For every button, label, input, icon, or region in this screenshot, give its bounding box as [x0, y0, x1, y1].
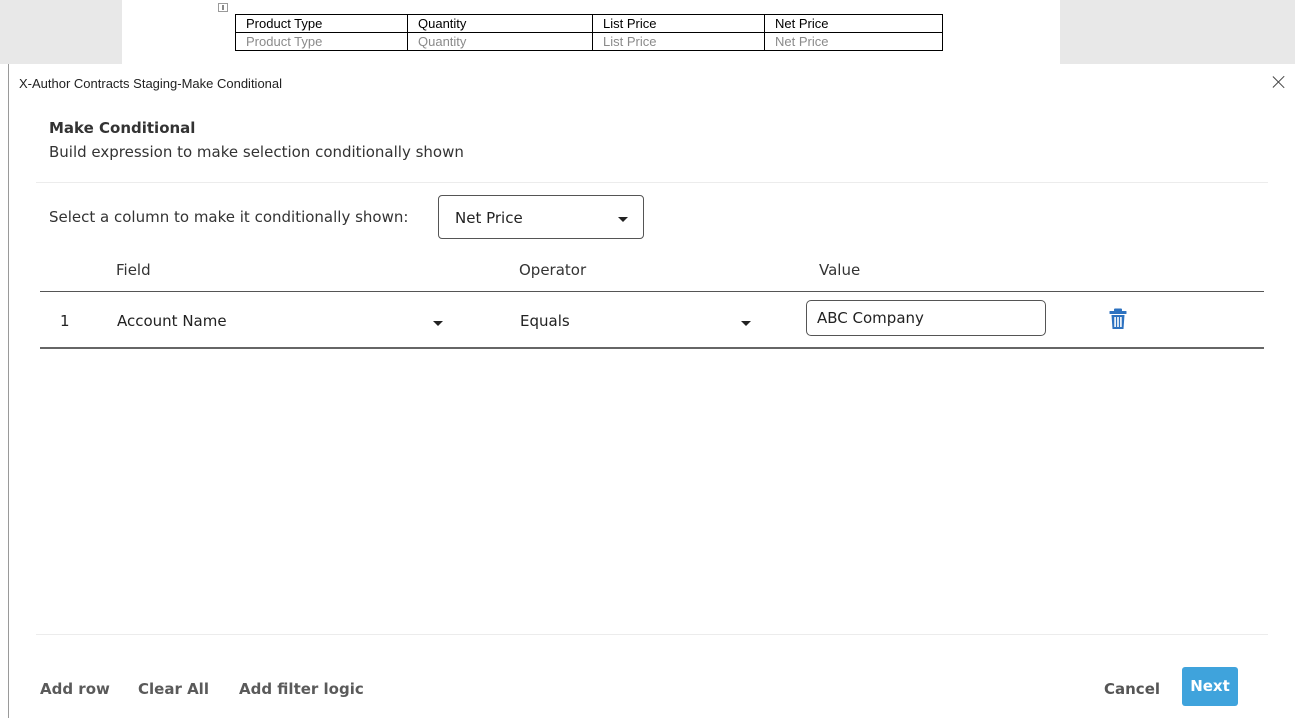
table-cell: Net Price: [764, 32, 943, 51]
window-edge: [0, 64, 8, 718]
table-cell: Product Type: [235, 32, 408, 51]
document-table: Product Type Quantity List Price Net Pri…: [235, 14, 943, 51]
add-row-button[interactable]: Add row: [40, 680, 110, 698]
column-select-label: Select a column to make it conditionally…: [49, 208, 409, 226]
caret-down-icon: [618, 217, 628, 222]
caret-down-icon: [741, 321, 751, 326]
column-select[interactable]: Net Price: [438, 195, 644, 239]
table-cell: List Price: [592, 32, 765, 51]
table-cell: List Price: [592, 14, 765, 33]
page-subtitle: Build expression to make selection condi…: [49, 143, 464, 161]
value-column-header: Value: [819, 261, 861, 279]
make-conditional-dialog: X-Author Contracts Staging-Make Conditio…: [8, 64, 1295, 718]
divider: [36, 182, 1268, 183]
table-anchor-icon[interactable]: [218, 3, 228, 12]
table-cell: Net Price: [764, 14, 943, 33]
field-column-header: Field: [116, 261, 151, 279]
page-title: Make Conditional: [49, 119, 196, 137]
caret-down-icon: [433, 321, 443, 326]
value-input[interactable]: [806, 300, 1046, 336]
next-button[interactable]: Next: [1182, 667, 1238, 706]
divider: [36, 634, 1268, 635]
cancel-button[interactable]: Cancel: [1104, 680, 1160, 698]
column-select-value: Net Price: [455, 209, 523, 227]
operator-select-value: Equals: [520, 312, 570, 330]
table-header-rule: [40, 291, 1264, 292]
table-cell: Product Type: [235, 14, 408, 33]
table-row-rule: [40, 347, 1264, 349]
field-select[interactable]: Account Name: [107, 302, 451, 342]
operator-column-header: Operator: [519, 261, 587, 279]
table-cell: Quantity: [407, 14, 593, 33]
add-filter-logic-button[interactable]: Add filter logic: [239, 680, 364, 698]
table-row: Product Type Quantity List Price Net Pri…: [235, 32, 943, 51]
clear-all-button[interactable]: Clear All: [138, 680, 209, 698]
row-number: 1: [60, 312, 70, 330]
operator-select[interactable]: Equals: [509, 302, 759, 342]
table-cell: Quantity: [407, 32, 593, 51]
close-icon[interactable]: [1269, 72, 1289, 92]
dialog-title: X-Author Contracts Staging-Make Conditio…: [19, 76, 283, 91]
trash-icon[interactable]: [1108, 308, 1128, 330]
table-row: Product Type Quantity List Price Net Pri…: [235, 14, 943, 33]
field-select-value: Account Name: [117, 312, 227, 330]
